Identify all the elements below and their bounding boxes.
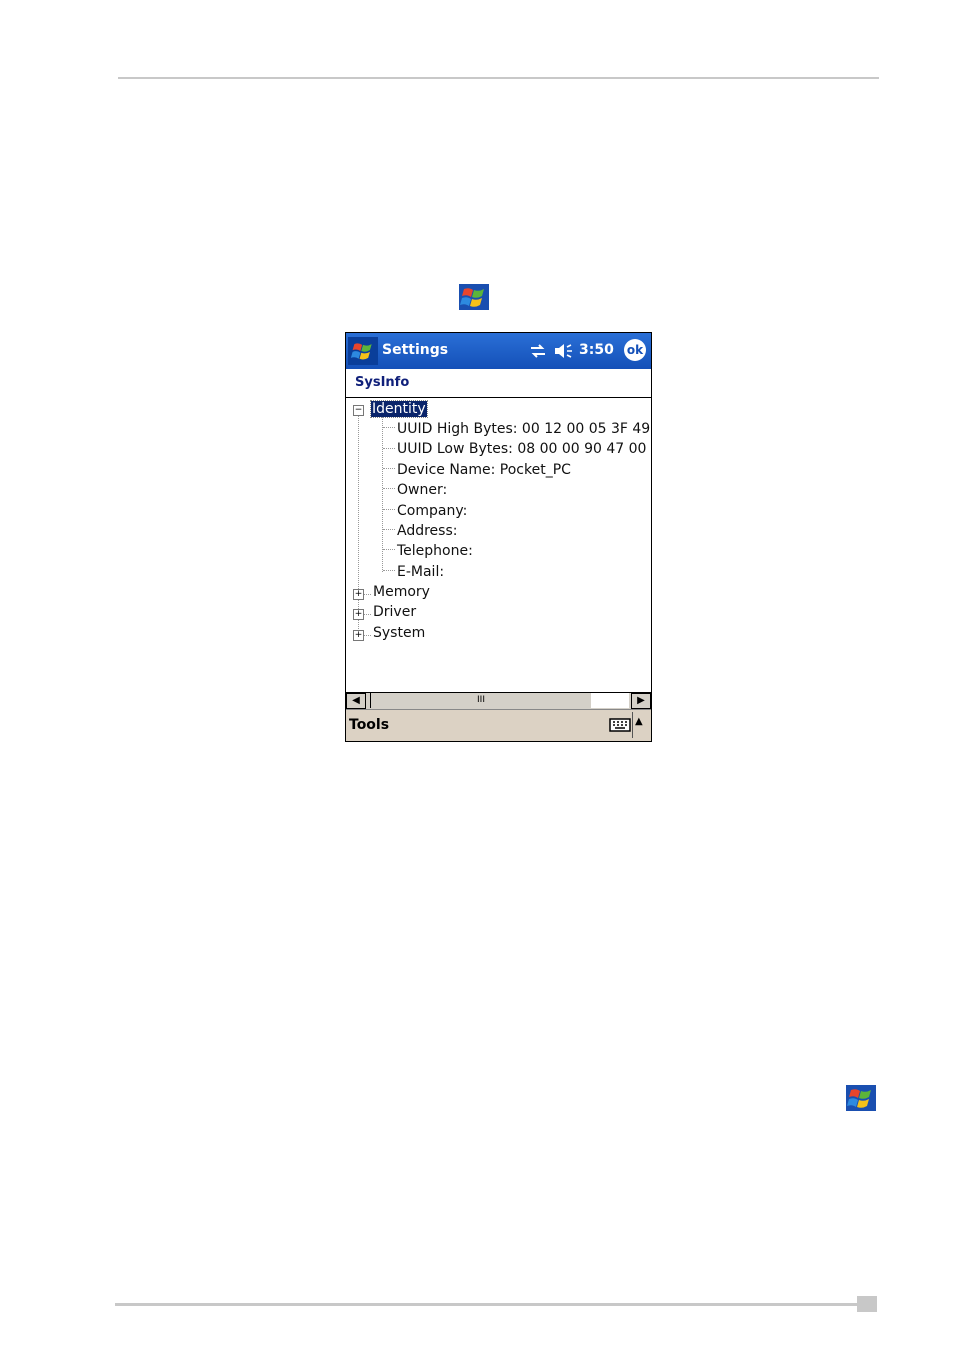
tools-menu[interactable]: Tools xyxy=(349,717,389,733)
tree-connector xyxy=(364,594,371,595)
tree-connector xyxy=(358,409,359,635)
windows-flag-icon xyxy=(350,343,372,360)
tree-item-uuid-low[interactable]: UUID Low Bytes: 08 00 00 90 47 00 xyxy=(397,441,646,457)
tree-connector xyxy=(383,529,395,530)
speaker-icon[interactable] xyxy=(553,342,575,360)
tree-connector xyxy=(383,570,395,571)
tree-connector xyxy=(383,448,395,449)
tree-connector xyxy=(383,468,395,469)
tree-item-uuid-high[interactable]: UUID High Bytes: 00 12 00 05 3F 49 xyxy=(397,421,650,437)
scroll-track[interactable] xyxy=(591,693,629,708)
tree-item-address[interactable]: Address: xyxy=(397,523,457,539)
tree-node-identity[interactable]: Identity xyxy=(370,400,428,418)
sip-divider xyxy=(632,712,633,738)
windows-flag-icon xyxy=(846,1085,876,1111)
sysinfo-tree: − Identity UUID High Bytes: 00 12 00 05 … xyxy=(346,398,651,690)
window-title: Settings xyxy=(382,342,449,358)
tree-connector xyxy=(364,635,371,636)
menu-bar: Tools ▲ xyxy=(346,709,651,741)
tree-item-email[interactable]: E-Mail: xyxy=(397,564,444,580)
start-button[interactable] xyxy=(348,337,378,365)
keyboard-icon[interactable] xyxy=(609,716,631,734)
tree-item-telephone[interactable]: Telephone: xyxy=(397,543,473,559)
connectivity-arrows-icon[interactable] xyxy=(529,342,547,360)
scroll-right-button[interactable]: ▶ xyxy=(631,693,651,709)
navigation-bar: Settings 3:50 ok xyxy=(346,333,651,369)
clock[interactable]: 3:50 xyxy=(579,342,614,358)
tree-node-system[interactable]: System xyxy=(373,625,425,641)
pocket-pc-screen: Settings 3:50 ok SysInfo − Identity UUID… xyxy=(345,332,652,742)
expand-toggle[interactable]: + xyxy=(353,609,364,620)
tree-node-driver[interactable]: Driver xyxy=(373,604,416,620)
ok-button[interactable]: ok xyxy=(624,339,646,361)
horizontal-scrollbar[interactable]: ◀ III ▶ xyxy=(346,692,651,709)
tree-item-owner[interactable]: Owner: xyxy=(397,482,447,498)
collapse-toggle[interactable]: − xyxy=(353,405,364,416)
scroll-thumb[interactable]: III xyxy=(370,693,592,708)
sip-arrow-button[interactable]: ▲ xyxy=(635,716,643,727)
sysinfo-label: SysInfo xyxy=(355,375,410,390)
tree-connector xyxy=(383,427,395,428)
tree-connector xyxy=(383,509,395,510)
header-rule xyxy=(118,77,879,79)
tree-connector xyxy=(383,488,395,489)
scroll-left-button[interactable]: ◀ xyxy=(346,693,366,709)
tree-connector xyxy=(364,614,371,615)
footer-rule xyxy=(115,1303,857,1306)
tree-item-device-name[interactable]: Device Name: Pocket_PC xyxy=(397,462,571,478)
expand-toggle[interactable]: + xyxy=(353,630,364,641)
tree-node-memory[interactable]: Memory xyxy=(373,584,430,600)
expand-toggle[interactable]: + xyxy=(353,589,364,600)
tree-item-company[interactable]: Company: xyxy=(397,503,467,519)
app-subtitle: SysInfo xyxy=(346,369,651,398)
tree-connector xyxy=(383,549,395,550)
windows-flag-icon xyxy=(459,284,489,310)
page-tab-marker xyxy=(857,1296,877,1312)
